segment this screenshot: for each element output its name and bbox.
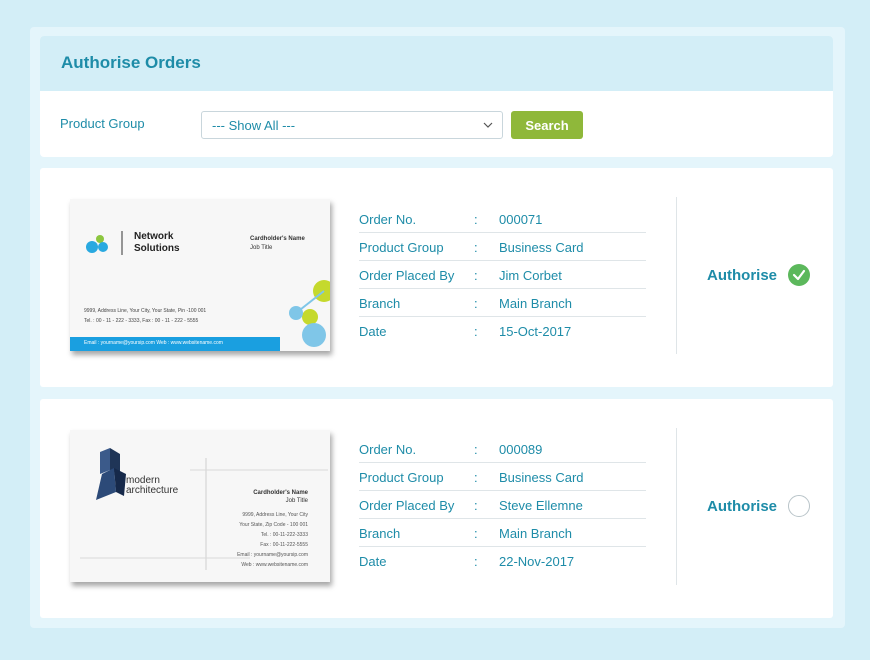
detail-row-placed-by: Order Placed By : Steve Ellemne	[359, 491, 646, 519]
detail-label: Order No.	[359, 212, 417, 227]
detail-colon: :	[474, 498, 478, 513]
network-solutions-logo-icon	[70, 231, 330, 351]
detail-row-date: Date : 22-Nov-2017	[359, 547, 646, 575]
detail-row-branch: Branch : Main Branch	[359, 519, 646, 547]
order-details: Order No. : 000071 Product Group : Busin…	[359, 205, 646, 345]
placed-by-value: Jim Corbet	[499, 268, 562, 283]
detail-label: Order No.	[359, 442, 417, 457]
detail-row-product-group: Product Group : Business Card	[359, 233, 646, 261]
card-job-title: Job Title	[285, 498, 308, 504]
detail-row-placed-by: Order Placed By : Jim Corbet	[359, 261, 646, 289]
card-address-line: 9999, Address Line, Your City, Your Stat…	[84, 308, 207, 314]
detail-label: Date	[359, 324, 387, 339]
business-card-preview[interactable]: modern architecture Cardholder's Name Jo…	[70, 430, 330, 582]
card-info-line: Tel. : 00-11-222-3333	[260, 532, 308, 538]
detail-colon: :	[474, 324, 478, 339]
filter-card: Authorise Orders Product Group --- Show …	[40, 36, 833, 157]
detail-colon: :	[474, 470, 478, 485]
order-details: Order No. : 000089 Product Group : Busin…	[359, 435, 646, 575]
authorise-toggle[interactable]: Authorise	[707, 263, 811, 287]
order-no-value: 000071	[499, 212, 543, 227]
detail-label: Order Placed By	[359, 268, 455, 283]
unchecked-circle-icon[interactable]	[788, 495, 811, 517]
branch-value: Main Branch	[499, 526, 572, 541]
card-company-line2: Solutions	[134, 243, 180, 254]
detail-row-order-no: Order No. : 000089	[359, 435, 646, 463]
order-card: modern architecture Cardholder's Name Jo…	[40, 399, 833, 618]
detail-colon: :	[474, 442, 478, 457]
detail-row-branch: Branch : Main Branch	[359, 289, 646, 317]
card-holder-name: Cardholder's Name	[250, 236, 305, 242]
page-title: Authorise Orders	[61, 53, 201, 72]
detail-label: Product Group	[359, 470, 444, 485]
detail-label: Branch	[359, 526, 401, 541]
authorise-toggle[interactable]: Authorise	[707, 494, 811, 518]
detail-colon: :	[474, 268, 478, 283]
detail-label: Order Placed By	[359, 498, 455, 513]
date-value: 15-Oct-2017	[499, 324, 572, 339]
detail-row-order-no: Order No. : 000071	[359, 205, 646, 233]
header-bar: Authorise Orders	[40, 36, 833, 91]
product-group-select-value: --- Show All ---	[212, 118, 296, 133]
card-info-line: Email : yourname@yoursip.com	[237, 552, 308, 558]
date-value: 22-Nov-2017	[499, 554, 575, 569]
detail-row-product-group: Product Group : Business Card	[359, 463, 646, 491]
card-info-line: 9999, Address Line, Your City	[242, 512, 308, 518]
chevron-down-icon	[483, 122, 493, 128]
detail-colon: :	[474, 554, 478, 569]
placed-by-value: Steve Ellemne	[499, 498, 583, 513]
card-holder-name: Cardholder's Name	[253, 490, 308, 496]
product-group-value: Business Card	[499, 470, 584, 485]
product-group-value: Business Card	[499, 240, 584, 255]
card-info-line: Your State, Zip Code - 100 001	[239, 522, 308, 528]
detail-colon: :	[474, 240, 478, 255]
search-button[interactable]: Search	[511, 111, 583, 139]
detail-colon: :	[474, 212, 478, 227]
detail-label: Date	[359, 554, 387, 569]
checkmark-icon[interactable]	[788, 264, 811, 286]
vertical-divider	[676, 197, 677, 354]
product-group-label: Product Group	[60, 116, 145, 131]
branch-value: Main Branch	[499, 296, 572, 311]
card-info-line: Fax : 00-11-222-5555	[260, 542, 308, 548]
card-job-title: Job Title	[250, 245, 273, 251]
order-no-value: 000089	[499, 442, 543, 457]
vertical-divider	[676, 428, 677, 585]
detail-colon: :	[474, 526, 478, 541]
authorise-label: Authorise	[707, 266, 778, 284]
detail-label: Product Group	[359, 240, 444, 255]
authorise-label: Authorise	[707, 497, 778, 515]
detail-row-date: Date : 15-Oct-2017	[359, 317, 646, 345]
detail-label: Branch	[359, 296, 401, 311]
product-group-select[interactable]: --- Show All ---	[201, 111, 503, 139]
card-company-line1: Network	[134, 231, 174, 242]
detail-colon: :	[474, 296, 478, 311]
card-company-line2: architecture	[126, 485, 179, 496]
business-card-preview[interactable]: Network Solutions Cardholder's Name Job …	[70, 199, 330, 351]
card-footer-line: Email : yourname@yoursip.com Web : www.w…	[84, 340, 223, 346]
card-phone-line: Tel. : 00 - 11 - 222 - 3333, Fax : 00 - …	[84, 318, 199, 324]
order-card: Network Solutions Cardholder's Name Job …	[40, 168, 833, 387]
card-info-line: Web : www.websitename.com	[241, 562, 308, 568]
